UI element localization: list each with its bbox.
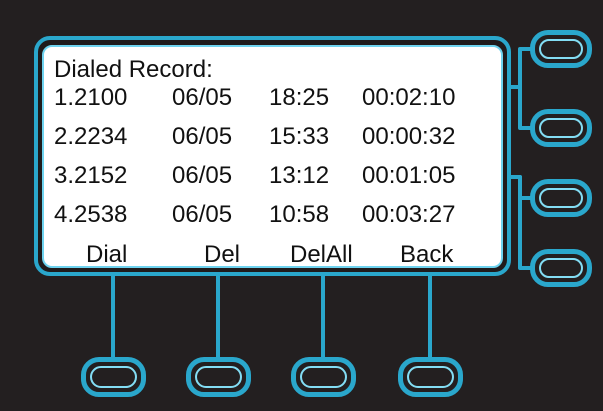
record-time: 13:12: [269, 162, 330, 189]
right-line-button-3[interactable]: [530, 179, 592, 217]
back-softkey-button[interactable]: [398, 357, 463, 397]
lcd-screen: Dialed Record: 1. 2100 06/05 18:25 00:02…: [42, 45, 503, 268]
right-line-button-2[interactable]: [530, 109, 592, 147]
record-number: 2538: [74, 201, 128, 228]
record-time: 10:58: [269, 201, 330, 228]
record-date: 06/05: [172, 123, 233, 150]
softkey-back-label: Back: [400, 241, 454, 268]
record-duration: 00:03:27: [362, 201, 456, 228]
record-date: 06/05: [172, 201, 233, 228]
phone-display-panel: Dialed Record: 1. 2100 06/05 18:25 00:02…: [0, 0, 603, 411]
record-date: 06/05: [172, 84, 233, 111]
record-number: 2234: [74, 123, 128, 150]
softkey-del-label: Del: [204, 241, 241, 268]
del-softkey-button[interactable]: [186, 357, 251, 397]
dialed-record-row: 2. 2234 06/05 15:33 00:00:32: [44, 122, 501, 151]
dialed-record-row: 4. 2538 06/05 10:58 00:03:27: [44, 200, 501, 229]
record-index: 1.: [54, 84, 75, 111]
record-index: 2.: [54, 123, 75, 150]
delall-softkey-button[interactable]: [291, 357, 356, 397]
right-line-button-4[interactable]: [530, 249, 592, 287]
record-index: 4.: [54, 201, 75, 228]
record-duration: 00:01:05: [362, 162, 456, 189]
softkey-delall-label: DelAll: [290, 241, 353, 268]
screen-title: Dialed Record:: [54, 56, 213, 83]
dial-softkey-button[interactable]: [81, 357, 146, 397]
record-time: 18:25: [269, 84, 330, 111]
record-index: 3.: [54, 162, 75, 189]
right-line-button-1[interactable]: [530, 30, 592, 68]
record-number: 2100: [74, 84, 128, 111]
record-duration: 00:00:32: [362, 123, 456, 150]
dialed-record-row: 3. 2152 06/05 13:12 00:01:05: [44, 161, 501, 190]
dialed-record-row: 1. 2100 06/05 18:25 00:02:10: [44, 83, 501, 112]
record-duration: 00:02:10: [362, 84, 456, 111]
softkey-dial-label: Dial: [86, 241, 128, 268]
record-time: 15:33: [269, 123, 330, 150]
record-number: 2152: [74, 162, 128, 189]
record-date: 06/05: [172, 162, 233, 189]
